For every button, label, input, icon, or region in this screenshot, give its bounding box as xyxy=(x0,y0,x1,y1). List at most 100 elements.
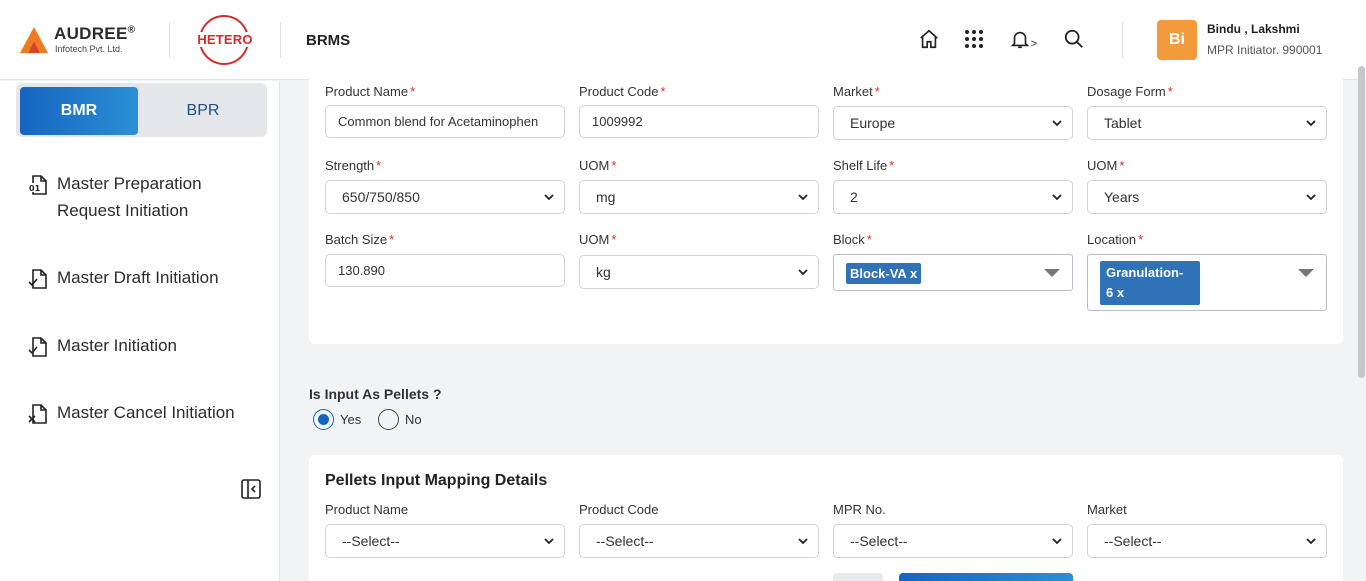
mapping-product-code-select[interactable]: --Select-- xyxy=(579,524,819,558)
shelf-life-label: Shelf Life * xyxy=(833,158,895,173)
product-code-label: Product Code * xyxy=(579,84,666,99)
select-value: --Select-- xyxy=(596,533,654,549)
svg-text:01: 01 xyxy=(29,184,41,193)
bell-icon xyxy=(1010,31,1030,49)
uom-label: UOM * xyxy=(1087,158,1125,173)
uom-select-value: mg xyxy=(596,189,616,205)
brand-subtitle: Infotech Pvt. Ltd. xyxy=(55,44,123,54)
batch-size-label: Batch Size * xyxy=(325,232,395,247)
block-chip[interactable]: Block-VA x xyxy=(846,263,922,284)
strength-label: Strength * xyxy=(325,158,382,173)
document-check-icon xyxy=(28,337,47,357)
block-multiselect[interactable]: Block-VA x xyxy=(833,254,1073,291)
chevron-down-icon xyxy=(1306,194,1316,201)
uom-label: UOM * xyxy=(579,158,617,173)
chevron-down-icon xyxy=(544,194,554,201)
document-check-icon xyxy=(28,269,47,289)
partial-button[interactable] xyxy=(833,573,883,581)
market-select[interactable]: Europe xyxy=(833,106,1073,140)
tab-bpr[interactable]: BPR xyxy=(144,87,262,135)
chevron-down-icon xyxy=(544,538,554,545)
chevron-down-icon xyxy=(798,538,808,545)
uom-label: UOM * xyxy=(579,232,617,247)
uom-select-value: Years xyxy=(1104,189,1140,205)
pellets-question: Is Input As Pellets ? xyxy=(309,386,442,402)
dropdown-triangle-icon xyxy=(1298,269,1314,277)
sidebar-item-label: Master Preparation Request Initiation xyxy=(57,174,202,220)
dropdown-triangle-icon xyxy=(1044,269,1060,277)
mapping-market-label: Market xyxy=(1087,502,1127,517)
batch-size-input[interactable]: 130.890 xyxy=(325,254,565,287)
partial-primary-button[interactable] xyxy=(899,573,1073,581)
section-title: Pellets Input Mapping Details xyxy=(325,472,548,489)
user-name: Bindu , Lakshmi xyxy=(1207,22,1300,36)
tab-bmr[interactable]: BMR xyxy=(20,87,138,135)
mapping-market-select[interactable]: --Select-- xyxy=(1087,524,1327,558)
chevron-down-icon xyxy=(1306,120,1316,127)
dosage-form-select-value: Tablet xyxy=(1104,115,1142,131)
collapse-sidebar-icon[interactable] xyxy=(240,478,262,500)
hetero-logo: HETERO xyxy=(195,15,255,65)
sidebar-item-label: Master Draft Initiation xyxy=(57,268,219,287)
chevron-down-icon xyxy=(1052,120,1062,127)
header-divider xyxy=(280,22,281,58)
sidebar-item-master-cancel[interactable]: Master Cancel Initiation xyxy=(26,403,235,426)
location-multiselect[interactable]: Granulation- 6 x xyxy=(1087,254,1327,311)
location-label: Location * xyxy=(1087,232,1144,247)
sidebar-item-master-initiation[interactable]: Master Initiation xyxy=(26,336,177,359)
hetero-logo-text: HETERO xyxy=(195,32,255,47)
uom-select-shelf-life[interactable]: Years xyxy=(1087,180,1327,214)
pellets-no-radio[interactable]: No xyxy=(378,409,422,430)
market-label: Market * xyxy=(833,84,880,99)
radio-label-no: No xyxy=(405,412,422,427)
sidebar-item-label: Master Initiation xyxy=(57,336,177,355)
product-code-input[interactable]: 1009992 xyxy=(579,105,819,138)
chevron-down-icon xyxy=(1052,538,1062,545)
bmr-bpr-toggle: BMR BPR xyxy=(16,83,267,137)
mapping-product-code-label: Product Code xyxy=(579,502,659,517)
mapping-mpr-no-select[interactable]: --Select-- xyxy=(833,524,1073,558)
strength-select[interactable]: 650/750/850 xyxy=(325,180,565,214)
shelf-life-select[interactable]: 2 xyxy=(833,180,1073,214)
notifications-caret: > xyxy=(1030,38,1038,50)
chevron-down-icon xyxy=(798,269,808,276)
sidebar-item-master-draft[interactable]: Master Draft Initiation xyxy=(26,268,219,291)
search-icon xyxy=(1064,29,1083,48)
audree-logo[interactable]: AUDREE® Infotech Pvt. Ltd. xyxy=(20,22,150,58)
sidebar: BMR BPR 01 Master Preparation Request In… xyxy=(0,81,280,581)
apps-button[interactable] xyxy=(961,26,987,52)
product-name-input[interactable]: Common blend for Acetaminophen xyxy=(325,105,565,138)
select-value: --Select-- xyxy=(342,533,400,549)
uom-select-strength[interactable]: mg xyxy=(579,180,819,214)
mapping-product-name-label: Product Name xyxy=(325,502,409,517)
product-name-label: Product Name * xyxy=(325,84,416,99)
chevron-down-icon xyxy=(1052,194,1062,201)
search-button[interactable] xyxy=(1061,26,1087,52)
mapping-product-name-select[interactable]: --Select-- xyxy=(325,524,565,558)
grid-icon xyxy=(965,30,983,48)
document-cancel-icon xyxy=(28,404,47,424)
uom-select-batch[interactable]: kg xyxy=(579,255,819,289)
chevron-down-icon xyxy=(1306,538,1316,545)
market-select-value: Europe xyxy=(850,115,896,131)
radio-unchecked-icon xyxy=(378,409,399,430)
notifications-button[interactable]: > xyxy=(1006,26,1040,52)
select-value: --Select-- xyxy=(850,533,908,549)
app-title: BRMS xyxy=(306,32,351,49)
pellets-yes-radio[interactable]: Yes xyxy=(313,409,361,430)
sidebar-item-label: Master Cancel Initiation xyxy=(57,403,235,422)
home-button[interactable] xyxy=(916,26,942,52)
shelf-life-select-value: 2 xyxy=(850,189,858,205)
select-value: --Select-- xyxy=(1104,533,1162,549)
chevron-down-icon xyxy=(798,194,808,201)
brand-name: AUDREE® xyxy=(54,24,136,43)
dosage-form-select[interactable]: Tablet xyxy=(1087,106,1327,140)
location-chip[interactable]: Granulation- 6 x xyxy=(1100,261,1200,305)
radio-checked-icon xyxy=(313,409,334,430)
user-avatar[interactable]: Bi xyxy=(1157,20,1197,60)
header-divider xyxy=(1122,22,1123,58)
sidebar-item-master-preparation[interactable]: 01 Master Preparation Request Initiation xyxy=(26,174,202,224)
audree-logo-icon xyxy=(20,27,48,53)
page-scrollbar[interactable] xyxy=(1358,66,1365,378)
uom-select-value: kg xyxy=(596,264,611,280)
